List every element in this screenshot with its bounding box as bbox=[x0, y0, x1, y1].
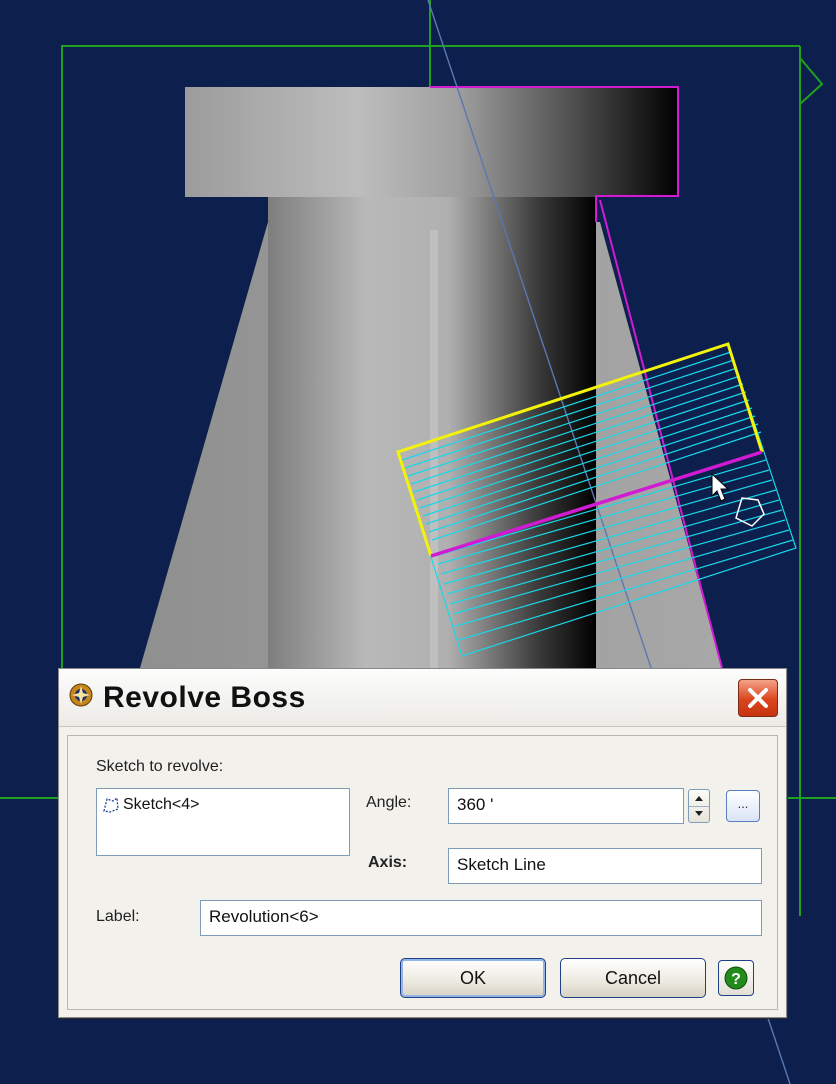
cap bbox=[185, 87, 679, 197]
up-arrow-icon bbox=[695, 796, 703, 801]
spin-up-button[interactable] bbox=[689, 790, 709, 807]
down-arrow-icon bbox=[695, 811, 703, 816]
angle-more-button[interactable]: ... bbox=[726, 790, 760, 822]
revolve-feature-icon bbox=[69, 683, 93, 707]
question-icon: ? bbox=[724, 966, 748, 990]
angle-input[interactable]: 360 ' bbox=[448, 788, 684, 824]
svg-text:?: ? bbox=[731, 971, 741, 988]
sketch-icon bbox=[103, 796, 119, 813]
sketch-list[interactable]: Sketch<4> bbox=[96, 788, 350, 856]
mouse-cursor-icon bbox=[711, 472, 765, 527]
sketch-to-revolve-label: Sketch to revolve: bbox=[96, 758, 224, 775]
dialog-panel: Sketch to revolve: Sketch<4> Angle: 360 … bbox=[67, 735, 778, 1010]
revolve-boss-dialog: Revolve Boss Sketch to revolve: Sketch<4… bbox=[58, 668, 787, 1018]
label-input[interactable]: Revolution<6> bbox=[200, 900, 762, 936]
axis-label: Axis: bbox=[368, 854, 408, 871]
angle-label: Angle: bbox=[366, 794, 412, 811]
angle-spinner[interactable] bbox=[688, 789, 710, 823]
sketch-item-label: Sketch<4> bbox=[123, 796, 200, 813]
help-button[interactable]: ? bbox=[718, 960, 754, 996]
ok-button[interactable]: OK bbox=[400, 958, 546, 998]
dialog-titlebar[interactable]: Revolve Boss bbox=[59, 669, 786, 727]
cancel-button[interactable]: Cancel bbox=[560, 958, 706, 998]
label-label: Label: bbox=[96, 908, 140, 925]
close-button[interactable] bbox=[738, 679, 778, 717]
axis-input[interactable]: Sketch Line bbox=[448, 848, 762, 884]
spin-down-button[interactable] bbox=[689, 806, 709, 822]
dialog-title: Revolve Boss bbox=[103, 681, 306, 714]
list-item[interactable]: Sketch<4> bbox=[101, 795, 200, 815]
close-x-icon bbox=[748, 688, 768, 708]
